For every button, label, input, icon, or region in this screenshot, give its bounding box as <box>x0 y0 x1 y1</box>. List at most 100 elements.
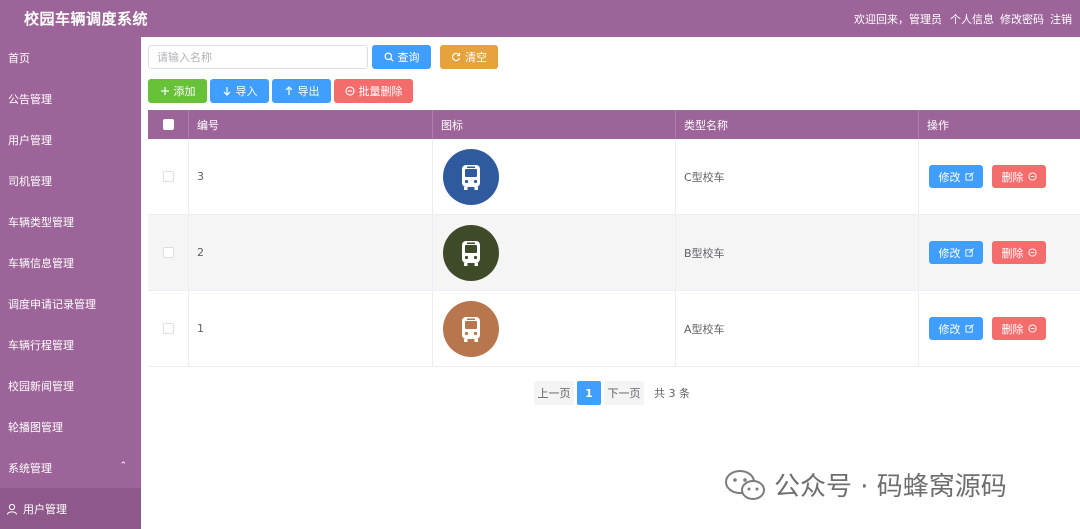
arrow-up-icon <box>285 86 292 95</box>
search-input[interactable] <box>148 45 368 69</box>
search-toolbar: 查询 清空 <box>148 45 1080 69</box>
watermark-text: 公众号 · 码蜂窝源码 <box>774 472 1007 502</box>
sidebar-item-announcements[interactable]: 公告管理 <box>0 78 141 119</box>
chevron-up-icon: ⌃ <box>119 461 127 471</box>
sidebar-item-carousel[interactable]: 轮播图管理 <box>0 406 141 447</box>
table-row: 1 A型校车 修改 删除 <box>148 291 1080 367</box>
add-button[interactable]: 添加 <box>148 79 207 103</box>
remove-circle-icon <box>1027 172 1037 181</box>
bus-icon <box>443 224 499 281</box>
sidebar-item-system[interactable]: 系统管理 ⌃ <box>0 447 141 488</box>
header-icon: 图标 <box>433 110 676 139</box>
select-all-cell <box>148 110 189 139</box>
bus-icon <box>443 148 499 205</box>
page-number-button[interactable]: 1 <box>577 381 601 405</box>
change-password-link[interactable]: 修改密码 <box>1000 11 1044 27</box>
edit-label: 修改 <box>938 246 961 260</box>
vehicle-type-table: 编号 图标 类型名称 操作 3 C型校车 修改 删除 2 B型校车 修改 删除 … <box>148 110 1080 367</box>
sidebar-subitem-users[interactable]: 用户管理 <box>0 488 141 529</box>
next-page-button[interactable]: 下一页 <box>604 381 644 405</box>
plus-icon <box>160 87 169 95</box>
search-icon <box>384 52 394 62</box>
sidebar: 首页 公告管理 用户管理 司机管理 车辆类型管理 车辆信息管理 调度申请记录管理… <box>0 37 141 529</box>
action-toolbar: 添加 导入 导出 批量删除 <box>148 79 1080 103</box>
delete-label: 删除 <box>1001 170 1024 184</box>
pagination: 上一页 1 下一页 共 3 条 <box>534 381 690 405</box>
edit-label: 修改 <box>938 170 961 184</box>
row-actions: 修改 删除 <box>919 215 1080 290</box>
sidebar-item-home[interactable]: 首页 <box>0 37 141 78</box>
sidebar-item-users[interactable]: 用户管理 <box>0 119 141 160</box>
remove-circle-icon <box>344 86 355 96</box>
bulk-delete-label: 批量删除 <box>358 85 403 98</box>
sidebar-subitem-label: 用户管理 <box>23 502 67 516</box>
row-select-cell <box>148 215 189 290</box>
export-button[interactable]: 导出 <box>272 79 331 103</box>
sidebar-item-campus-news[interactable]: 校园新闻管理 <box>0 365 141 406</box>
bulk-delete-button[interactable]: 批量删除 <box>334 79 413 103</box>
edit-icon <box>964 248 974 257</box>
row-id: 3 <box>189 139 433 214</box>
table-row: 3 C型校车 修改 删除 <box>148 139 1080 215</box>
sidebar-item-dispatch-records[interactable]: 调度申请记录管理 <box>0 283 141 324</box>
row-select-cell <box>148 291 189 366</box>
export-label: 导出 <box>297 85 320 98</box>
import-button[interactable]: 导入 <box>210 79 269 103</box>
delete-button[interactable]: 删除 <box>992 165 1046 188</box>
watermark: 公众号 · 码蜂窝源码 <box>724 466 1007 503</box>
edit-button[interactable]: 修改 <box>929 165 983 188</box>
row-type-name: C型校车 <box>676 139 919 214</box>
top-right-nav: 欢迎回来，管理员 个人信息 修改密码 注销 <box>854 11 1072 27</box>
sidebar-item-vehicle-info[interactable]: 车辆信息管理 <box>0 242 141 283</box>
edit-button[interactable]: 修改 <box>929 241 983 264</box>
prev-page-button[interactable]: 上一页 <box>534 381 574 405</box>
table-header: 编号 图标 类型名称 操作 <box>148 110 1080 139</box>
user-icon <box>7 503 17 515</box>
sidebar-item-vehicle-trips[interactable]: 车辆行程管理 <box>0 324 141 365</box>
app-title: 校园车辆调度系统 <box>24 10 149 28</box>
top-bar: 校园车辆调度系统 欢迎回来，管理员 个人信息 修改密码 注销 <box>0 0 1080 37</box>
delete-label: 删除 <box>1001 246 1024 260</box>
sidebar-item-drivers[interactable]: 司机管理 <box>0 160 141 201</box>
row-actions: 修改 删除 <box>919 291 1080 366</box>
table-row: 2 B型校车 修改 删除 <box>148 215 1080 291</box>
row-checkbox[interactable] <box>162 323 174 334</box>
clear-label: 清空 <box>465 51 487 64</box>
header-actions: 操作 <box>927 118 949 132</box>
welcome-text: 欢迎回来，管理员 <box>854 12 942 26</box>
main-content: 查询 清空 添加 导入 <box>148 37 1080 405</box>
row-icon-cell <box>433 215 676 290</box>
remove-circle-icon <box>1027 324 1037 333</box>
remove-circle-icon <box>1027 248 1037 257</box>
clear-button[interactable]: 清空 <box>440 45 498 69</box>
sidebar-item-vehicle-types[interactable]: 车辆类型管理 <box>0 201 141 242</box>
edit-label: 修改 <box>938 322 961 336</box>
row-checkbox[interactable] <box>162 247 174 258</box>
row-id: 1 <box>189 291 433 366</box>
row-checkbox[interactable] <box>162 171 174 182</box>
header-type-name: 类型名称 <box>676 110 919 139</box>
sidebar-item-label: 系统管理 <box>8 461 52 475</box>
add-label: 添加 <box>173 85 196 98</box>
row-type-name: A型校车 <box>676 291 919 366</box>
edit-icon <box>964 172 974 181</box>
delete-button[interactable]: 删除 <box>992 241 1046 264</box>
refresh-icon <box>452 52 461 62</box>
row-type-name: B型校车 <box>676 215 919 290</box>
row-actions: 修改 删除 <box>919 139 1080 214</box>
arrow-down-icon <box>223 87 230 96</box>
query-button[interactable]: 查询 <box>372 45 431 69</box>
row-icon-cell <box>433 139 676 214</box>
row-id: 2 <box>189 215 433 290</box>
select-all-checkbox[interactable] <box>162 119 174 130</box>
edit-icon <box>964 324 974 333</box>
edit-button[interactable]: 修改 <box>929 317 983 340</box>
delete-button[interactable]: 删除 <box>992 317 1046 340</box>
logout-link[interactable]: 注销 <box>1050 11 1072 27</box>
profile-link[interactable]: 个人信息 <box>950 11 994 27</box>
wechat-icon <box>725 469 765 500</box>
query-label: 查询 <box>397 51 420 64</box>
header-id: 编号 <box>189 110 433 139</box>
row-icon-cell <box>433 291 676 366</box>
import-label: 导入 <box>235 85 258 98</box>
